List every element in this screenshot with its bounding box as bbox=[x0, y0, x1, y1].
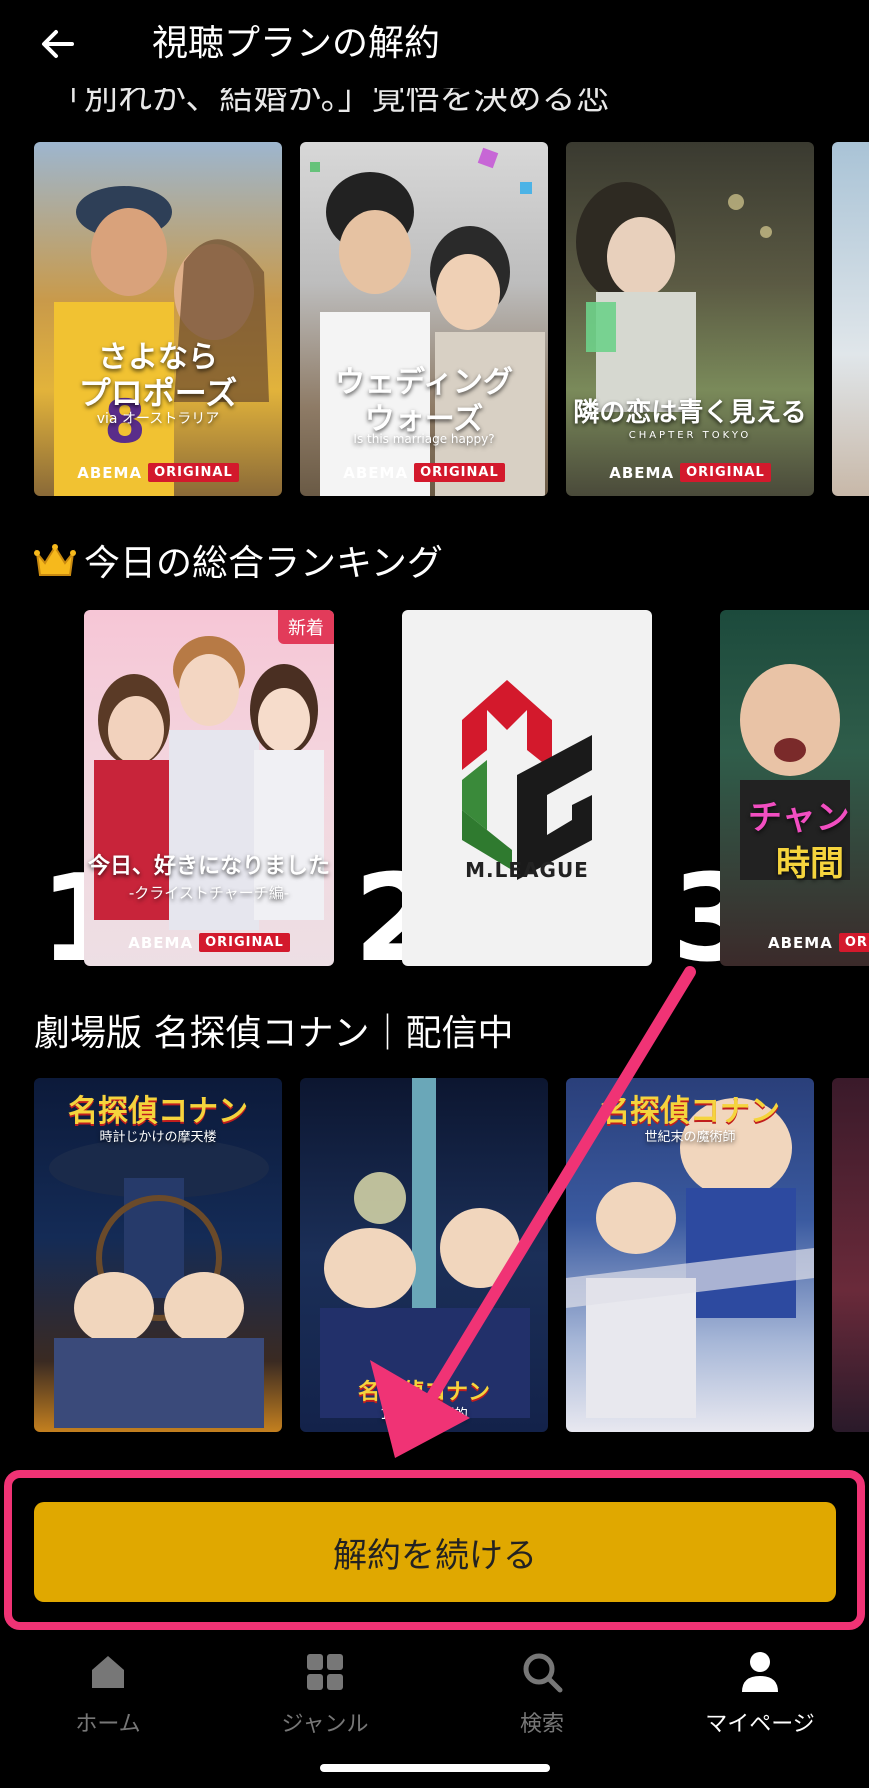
nav-item-mypage[interactable]: マイページ bbox=[680, 1650, 840, 1738]
card-subtitle: Is this marriage happy? bbox=[353, 432, 495, 446]
movie-card[interactable]: 名探偵コナン 14番目の標的 bbox=[300, 1078, 548, 1432]
card-subtitle: 世紀末の魔術師 bbox=[644, 1130, 736, 1145]
mleague-logo-icon bbox=[462, 680, 592, 880]
abema-original-badge: ABEMA ORIGINAL bbox=[34, 463, 282, 482]
continue-cancel-button[interactable]: 解約を続ける bbox=[34, 1502, 836, 1602]
card-artwork bbox=[94, 636, 324, 930]
card-subtitle: via オーストラリア bbox=[96, 411, 220, 427]
abema-original-badge: ABEMA ORIGINAL bbox=[566, 463, 814, 482]
carousel-ranking: 1 新着 今日、好きになりました -クライストチャーチ編- ABEMA ORIG… bbox=[0, 610, 869, 970]
header: 視聴プランの解約 bbox=[0, 0, 869, 88]
card-artwork bbox=[740, 664, 850, 880]
nav-item-genre[interactable]: ジャンル bbox=[245, 1650, 405, 1738]
ranking-card[interactable]: 新着 今日、好きになりました -クライストチャーチ編- ABEMA ORIGIN… bbox=[84, 610, 334, 966]
new-badge: 新着 bbox=[278, 610, 334, 644]
crown-icon bbox=[34, 544, 76, 576]
abema-original-badge: ABEMA ORIGINAL bbox=[300, 463, 548, 482]
ranking-section-title: 今日の総合ランキング bbox=[34, 540, 443, 588]
home-indicator[interactable] bbox=[320, 1764, 550, 1772]
movie-card[interactable]: 名探偵コナン 世紀末の魔術師 bbox=[566, 1078, 814, 1432]
card-subtitle: 時計じかけの摩天楼 bbox=[99, 1130, 217, 1145]
card-title: M.LEAGUE bbox=[465, 858, 589, 882]
conan-section-title: 劇場版 名探偵コナン｜配信中 bbox=[34, 1013, 514, 1054]
nav-item-search[interactable]: 検索 bbox=[462, 1650, 622, 1738]
card-title: チャン bbox=[748, 798, 850, 838]
grid-icon bbox=[307, 1654, 343, 1690]
home-icon bbox=[92, 1656, 124, 1688]
card-subtitle: -クライストチャーチ編- bbox=[128, 884, 290, 902]
card-title: 時間 bbox=[776, 844, 844, 884]
card-subtitle: CHAPTER TOKYO bbox=[628, 430, 752, 441]
ranking-card[interactable]: チャン 時間 ABEMA ORIGINAL bbox=[720, 610, 869, 966]
card-title: 今日、好きになりました bbox=[87, 854, 330, 879]
page-title: 視聴プランの解約 bbox=[152, 23, 441, 64]
card-title: 名探偵コナン bbox=[357, 1380, 490, 1405]
card-title: 名探偵コナン bbox=[600, 1094, 780, 1129]
nav-item-home[interactable]: ホーム bbox=[28, 1650, 188, 1738]
ranking-card[interactable]: M.LEAGUE bbox=[402, 610, 652, 966]
card-title: 名探偵コナン bbox=[68, 1094, 248, 1129]
card-artwork bbox=[576, 182, 772, 412]
person-icon bbox=[742, 1652, 778, 1692]
search-icon bbox=[523, 1653, 563, 1693]
card-artwork: 8 bbox=[54, 186, 269, 496]
abema-original-badge: ABEMA ORIGINAL bbox=[720, 933, 869, 952]
movie-card[interactable]: 名探偵コナン 時計じかけの摩天楼 bbox=[34, 1078, 282, 1432]
movie-card[interactable] bbox=[832, 1078, 869, 1432]
card-title: 隣の恋は青く見える bbox=[573, 398, 807, 428]
abema-original-badge: ABEMA ORIGINAL bbox=[84, 933, 334, 952]
content-card[interactable] bbox=[832, 142, 869, 496]
content-card[interactable]: 8 さよなら プロポーズ via オーストラリア ABEMA ORIGINAL bbox=[34, 142, 282, 496]
carousel-conan: 名探偵コナン 時計じかけの摩天楼 名探偵コナン 14番目の標的 名探偵コナン 世… bbox=[0, 1078, 869, 1438]
content-card[interactable]: 隣の恋は青く見える CHAPTER TOKYO ABEMA ORIGINAL bbox=[566, 142, 814, 496]
carousel-reality: 8 さよなら プロポーズ via オーストラリア ABEMA ORIGINAL … bbox=[0, 142, 869, 502]
card-subtitle: 14番目の標的 bbox=[380, 1407, 468, 1423]
content-card[interactable]: ウェディング ウォーズ Is this marriage happy? ABEM… bbox=[300, 142, 548, 496]
back-arrow-icon[interactable] bbox=[36, 22, 80, 66]
